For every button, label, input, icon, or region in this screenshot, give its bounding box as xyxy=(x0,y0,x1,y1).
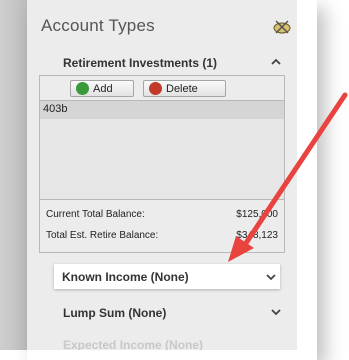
add-icon xyxy=(76,82,89,95)
delete-button[interactable]: Delete xyxy=(143,80,226,97)
piggy-bank-icon[interactable] xyxy=(271,20,293,34)
retirement-accounts-list[interactable]: 403b xyxy=(40,100,284,200)
lump-sum-label: Lump Sum (None) xyxy=(63,306,167,320)
chevron-down-icon[interactable] xyxy=(271,307,281,317)
add-button[interactable]: Add xyxy=(70,80,134,97)
chevron-up-icon[interactable] xyxy=(271,57,281,67)
retirement-section-header[interactable]: Retirement Investments (1) xyxy=(27,52,297,74)
retirement-investments-box: Add Delete 403b Current Total Balance: $… xyxy=(39,75,285,253)
est-retire-balance-row: Total Est. Retire Balance: $348,123 xyxy=(46,230,278,244)
chevron-down-icon[interactable] xyxy=(266,272,276,282)
background-strip xyxy=(0,0,27,350)
current-total-balance-row: Current Total Balance: $125,000 xyxy=(46,209,278,223)
est-retire-balance-value: $348,123 xyxy=(236,230,278,241)
known-income-label: Known Income (None) xyxy=(62,270,189,284)
current-total-balance-value: $125,000 xyxy=(236,209,278,220)
list-item[interactable]: 403b xyxy=(40,101,284,119)
known-income-section-header[interactable]: Known Income (None) xyxy=(54,264,280,289)
delete-icon xyxy=(149,82,162,95)
panel-title: Account Types xyxy=(41,16,155,35)
retirement-section-label: Retirement Investments (1) xyxy=(63,56,218,70)
current-total-balance-label: Current Total Balance: xyxy=(46,209,145,220)
est-retire-balance-label: Total Est. Retire Balance: xyxy=(46,230,159,241)
lump-sum-section-header[interactable]: Lump Sum (None) xyxy=(27,302,297,324)
next-section-header[interactable]: Expected Income (None) xyxy=(63,338,203,350)
account-types-panel: Account Types Retirement Investments (1)… xyxy=(27,0,297,350)
